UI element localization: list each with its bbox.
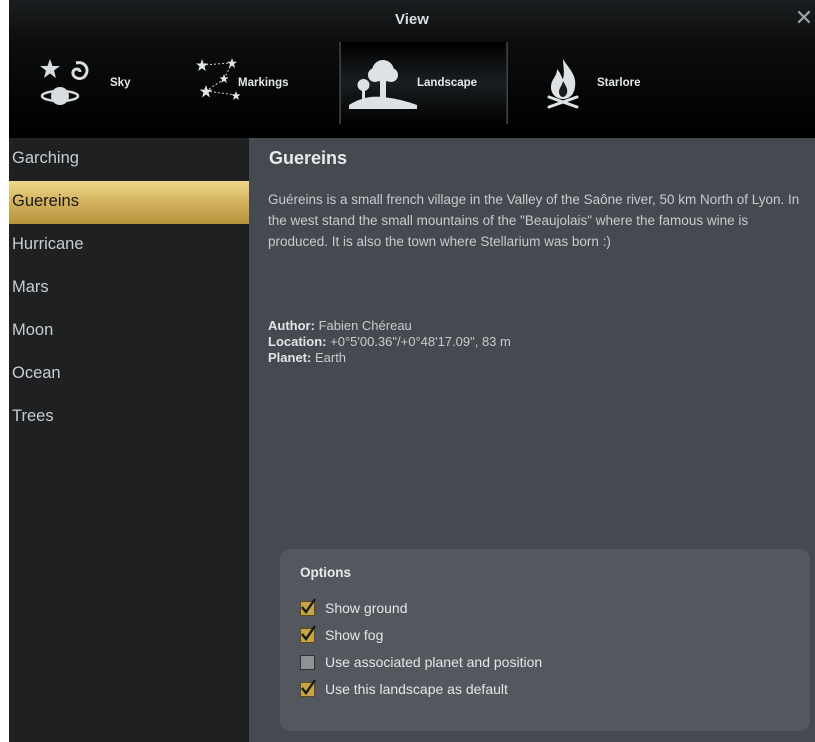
location-value: +0°5'00.36"/+0°48'17.09", 83 m	[330, 334, 511, 349]
author-row: Author: Fabien Chéreau	[268, 318, 808, 334]
landscape-item-ocean[interactable]: Ocean	[9, 353, 249, 396]
use-default-checkbox[interactable]: Use this landscape as default	[300, 678, 508, 698]
options-panel: Options Show ground Show fog Use associa…	[280, 549, 810, 731]
landscape-item-trees[interactable]: Trees	[9, 396, 249, 439]
close-icon[interactable]: ✕	[793, 7, 815, 29]
landscape-details: Guereins Guéreins is a small french vill…	[249, 138, 815, 742]
show-ground-label: Show ground	[325, 600, 408, 616]
use-planet-label: Use associated planet and position	[325, 654, 543, 670]
landscape-item-guereins[interactable]: Guereins	[9, 181, 249, 224]
planet-label: Planet:	[268, 350, 312, 365]
landscape-title: Guereins	[269, 148, 348, 168]
show-fog-check-icon	[300, 624, 316, 643]
window-title: View	[395, 11, 429, 28]
show-ground-checkbox[interactable]: Show ground	[300, 597, 408, 617]
planet-row: Planet: Earth	[268, 350, 808, 366]
tab-landscape[interactable]: Landscape	[340, 42, 508, 124]
landscape-list: Garching Guereins Hurricane Mars Moon Oc…	[9, 138, 249, 742]
show-fog-label: Show fog	[325, 627, 384, 643]
use-default-check-icon	[300, 678, 316, 697]
landscape-item-hurricane[interactable]: Hurricane	[9, 224, 249, 267]
location-row: Location: +0°5'00.36"/+0°48'17.09", 83 m	[268, 334, 808, 350]
show-ground-check-icon	[300, 597, 316, 616]
planet-value: Earth	[314, 350, 347, 365]
landscape-item-mars[interactable]: Mars	[9, 267, 249, 310]
tab-landscape-label: Landscape	[417, 77, 478, 89]
author-value: Fabien Chéreau	[318, 318, 412, 333]
title-bar: View ✕ Sky Markings Landscape Starlore	[9, 0, 815, 138]
tab-markings[interactable]: Markings	[192, 42, 289, 124]
options-title: Options	[300, 565, 351, 580]
use-planet-checkbox[interactable]: Use associated planet and position	[300, 653, 542, 671]
show-fog-checkbox[interactable]: Show fog	[300, 624, 384, 644]
location-label: Location:	[268, 334, 327, 349]
landscape-meta: Author: Fabien Chéreau Location: +0°5'00…	[268, 318, 808, 366]
tab-starlore-label: Starlore	[597, 77, 641, 89]
landscape-item-moon[interactable]: Moon	[9, 310, 249, 353]
use-default-label: Use this landscape as default	[325, 681, 508, 697]
use-planet-check-icon	[300, 654, 315, 670]
starlore-icon	[547, 59, 579, 109]
view-window: View ✕ Sky Markings Landscape Starlore G…	[9, 0, 815, 742]
tab-sky[interactable]: Sky	[36, 42, 130, 124]
tab-sky-label: Sky	[110, 77, 131, 89]
landscape-item-garching[interactable]: Garching	[9, 138, 249, 181]
tab-markings-label: Markings	[238, 77, 289, 89]
landscape-icon	[349, 60, 417, 109]
landscape-description: Guéreins is a small french village in th…	[268, 192, 800, 249]
author-label: Author:	[268, 318, 315, 333]
tab-starlore[interactable]: Starlore	[539, 42, 640, 124]
sky-icon	[40, 59, 89, 105]
